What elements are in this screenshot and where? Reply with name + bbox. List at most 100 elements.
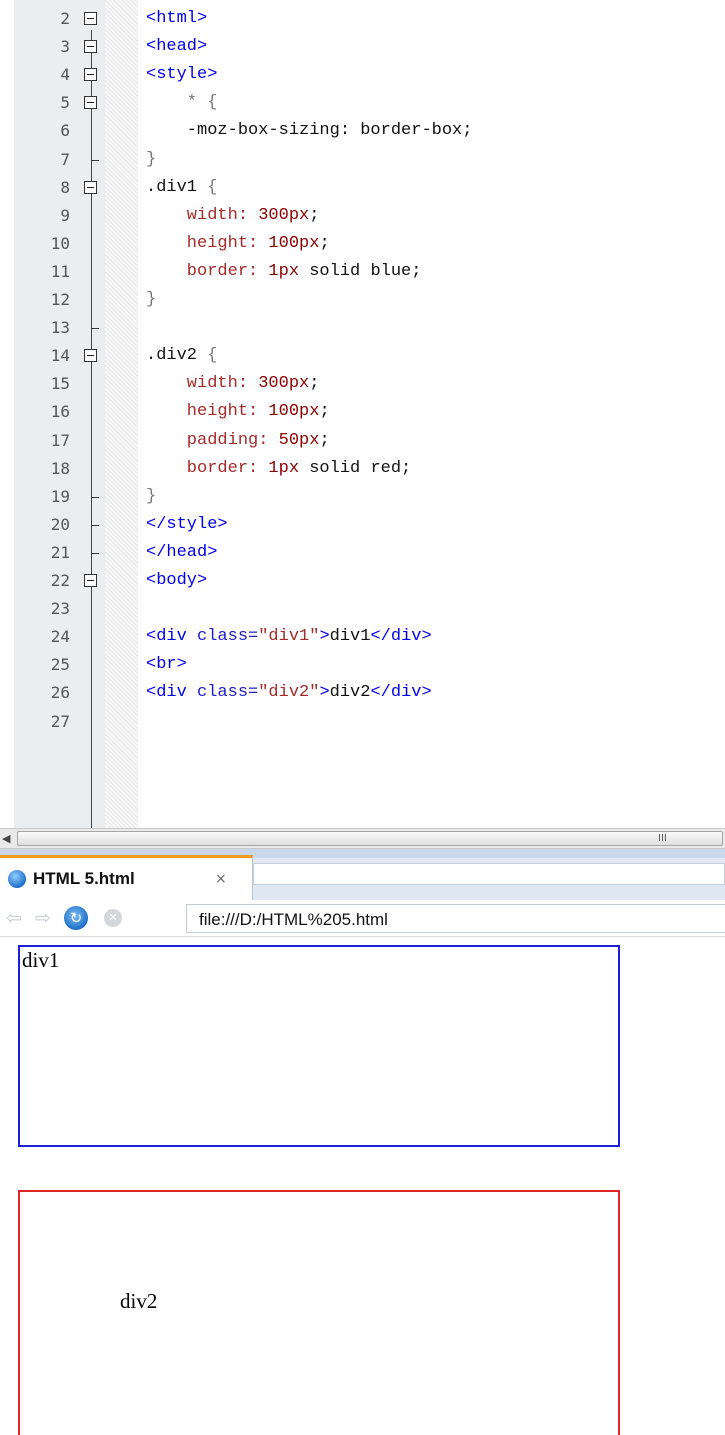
code-token: { (207, 177, 218, 197)
stop-icon[interactable]: ✕ (104, 909, 122, 927)
fold-toggle-icon[interactable] (84, 12, 97, 25)
line-number: 9 (60, 205, 70, 225)
code-text: height: 100px; (146, 402, 330, 422)
fold-toggle-icon[interactable] (84, 96, 97, 110)
code-token: padding: (146, 430, 279, 450)
div1-text: div1 (22, 948, 60, 972)
code-token: height: (146, 402, 269, 422)
line-number: 20 (50, 514, 70, 534)
horizontal-scrollbar[interactable]: ◀ III (0, 828, 725, 849)
address-bar[interactable]: file:///D:/HTML%205.html (186, 904, 725, 933)
code-line: 7} (0, 146, 725, 174)
code-token: <div (146, 627, 198, 647)
reload-icon[interactable]: ↻ (64, 906, 88, 930)
code-line: 6 -moz-box-sizing: border-box; (0, 117, 725, 145)
code-token: </div> (370, 683, 432, 703)
tab-html5[interactable]: HTML 5.html × (0, 855, 253, 900)
code-token: 50px (278, 430, 320, 450)
code-line: 23 (0, 595, 725, 623)
code-line: 3 <head> (0, 33, 725, 61)
code-line: 10 height: 100px; (0, 230, 725, 258)
code-line: 12} (0, 286, 725, 314)
code-text: } (146, 290, 156, 310)
line-number: 2 (60, 9, 70, 28)
code-text: <html> (146, 9, 207, 29)
code-line: 24 <div class="div1">div1</div> (0, 623, 725, 651)
code-line: 22 <body> (0, 567, 725, 595)
line-number: 25 (50, 655, 70, 675)
code-token: <style> (146, 65, 218, 85)
code-token: "div2" (258, 683, 320, 703)
div1-box: div1 (18, 945, 620, 1147)
line-number: 10 (50, 233, 70, 253)
page-viewport: div1 div2 (0, 937, 725, 1435)
code-token: 300px (258, 205, 310, 225)
code-token: 300px (258, 374, 310, 394)
code-line: 19} (0, 483, 725, 511)
code-text: height: 100px; (146, 234, 330, 254)
line-number: 23 (50, 599, 70, 619)
forward-arrow-icon[interactable]: ⇨ (32, 907, 54, 929)
code-line: 9 width: 300px; (0, 202, 725, 230)
code-token: </style> (146, 514, 228, 534)
code-token: * { (146, 93, 218, 113)
code-line: 5 * { (0, 89, 725, 117)
close-icon[interactable]: × (215, 871, 227, 887)
address-url: file:///D:/HTML%205.html (199, 910, 388, 929)
code-token: width: (146, 205, 259, 225)
code-token: <body> (146, 571, 208, 590)
code-token: ; (309, 374, 320, 394)
line-number: 12 (50, 290, 70, 309)
code-line: 2 <html> (0, 5, 725, 33)
code-text: .div1 { (146, 178, 217, 198)
page-globe-icon (8, 870, 26, 888)
code-text: * { (146, 93, 218, 113)
code-token: > (319, 683, 330, 703)
code-line: 4 <style> (0, 61, 725, 89)
code-line: 27 (0, 708, 725, 736)
browser-tab-bar: HTML 5.html × (0, 849, 725, 900)
fold-toggle-icon[interactable] (84, 349, 97, 363)
code-token: 1px (268, 458, 300, 478)
code-text: .div2 { (146, 346, 217, 366)
code-token: } (146, 149, 157, 169)
fold-end-marker (91, 524, 99, 526)
code-text: width: 300px; (146, 374, 320, 394)
code-line: 26 <div class="div2">div2</div> (0, 679, 725, 707)
scrollbar-thumb[interactable]: III (17, 831, 723, 846)
code-text: border: 1px solid blue; (146, 261, 422, 282)
code-token: } (146, 290, 157, 309)
line-number: 22 (50, 571, 70, 590)
code-token: border: (146, 458, 269, 478)
code-token: </div> (370, 627, 432, 647)
line-number: 5 (60, 93, 70, 113)
code-token: .div1 (146, 177, 208, 197)
line-number: 17 (50, 430, 70, 450)
code-token: 100px (268, 233, 320, 253)
fold-end-marker (91, 328, 99, 330)
code-token: 1px (268, 261, 300, 281)
fold-toggle-icon[interactable] (84, 574, 97, 587)
code-token: div2 (329, 683, 371, 703)
line-number: 18 (50, 458, 70, 478)
code-token: border: (146, 261, 269, 281)
fold-end-marker (91, 552, 99, 554)
code-token: </head> (146, 542, 218, 562)
code-token: ; (319, 402, 330, 422)
code-editor[interactable]: 2 <html> 3 <head> 4 <style> 5 * {6 -moz-box-si… (0, 0, 725, 828)
fold-end-marker (91, 159, 99, 161)
chevron-left-icon[interactable]: ◀ (2, 832, 14, 846)
fold-toggle-icon[interactable] (84, 180, 97, 194)
line-number: 27 (50, 711, 70, 731)
back-arrow-icon[interactable]: ⇦ (3, 907, 25, 929)
code-text: <style> (146, 65, 217, 85)
code-token: 100px (268, 402, 320, 422)
fold-toggle-icon[interactable] (84, 40, 97, 54)
code-text: <div class="div2">div2</div> (146, 683, 432, 703)
code-line: 11 border: 1px solid blue; (0, 258, 725, 286)
line-number: 15 (50, 374, 70, 394)
code-text: </head> (146, 543, 217, 563)
code-text: </style> (146, 515, 228, 535)
fold-toggle-icon[interactable] (84, 68, 97, 82)
code-token: ; (309, 205, 320, 225)
